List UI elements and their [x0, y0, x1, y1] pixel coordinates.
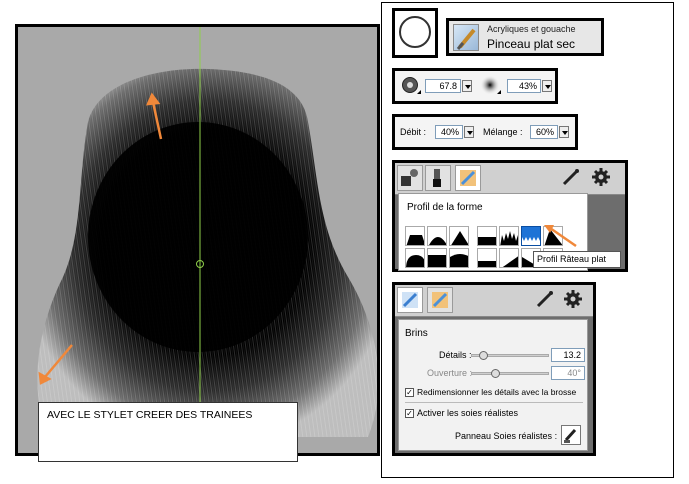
bristles-title: Brins — [405, 328, 428, 339]
brush-category: Acryliques et gouache — [487, 24, 576, 34]
brush-size-icon[interactable] — [401, 75, 421, 97]
profile-tooltip: Profil Râteau plat — [533, 251, 621, 268]
profile-tile[interactable] — [427, 248, 447, 268]
size-opacity-bar: 67.8 43% — [392, 68, 558, 104]
size-dropdown[interactable] — [462, 80, 472, 92]
flat-brush-icon — [453, 24, 479, 51]
brush-variant-selector[interactable]: Acryliques et gouache Pinceau plat sec — [446, 18, 604, 56]
profile-tile[interactable] — [449, 248, 469, 268]
hair-painting — [37, 27, 377, 453]
gear-icon[interactable] — [561, 287, 587, 313]
tab-bristles[interactable] — [427, 287, 453, 313]
profile-tile[interactable] — [405, 226, 425, 246]
panel-toolbar — [395, 163, 625, 195]
ouverture-slider[interactable] — [471, 369, 549, 378]
tab-brush-tip[interactable] — [425, 165, 451, 191]
resize-details-label: Redimensionner les détails avec la bross… — [417, 387, 577, 397]
caption-box: AVEC LE STYLET CREER DES TRAINEES — [38, 402, 298, 462]
brush-variant-name: Pinceau plat sec — [487, 37, 576, 51]
flow-mix-bar: Débit : 40% Mélange : 60% — [392, 114, 578, 150]
profile-tile[interactable] — [449, 226, 469, 246]
panel-toolbar — [395, 285, 593, 317]
profile-tile[interactable] — [427, 226, 447, 246]
caption-text: AVEC LE STYLET CREER DES TRAINEES — [47, 409, 253, 421]
arrow-icon — [544, 225, 577, 248]
tab-brush-tip[interactable] — [397, 287, 423, 313]
brush-tool-icon[interactable] — [559, 165, 585, 191]
brush-tip-preview[interactable] — [392, 8, 438, 58]
bristles-settings: Brins Détails : 13.2 Ouverture : 40° ✓ R… — [398, 319, 588, 451]
profile-tile[interactable] — [499, 226, 519, 246]
profile-tile[interactable] — [477, 226, 497, 246]
details-label: Détails : — [439, 350, 472, 360]
ouverture-field[interactable]: 40° — [551, 366, 585, 380]
melange-field[interactable]: 60% — [530, 125, 558, 139]
painting-canvas[interactable] — [15, 24, 380, 456]
debit-dropdown[interactable] — [464, 126, 474, 138]
resize-details-checkbox[interactable]: ✓ — [405, 388, 414, 397]
realistic-bristles-checkbox[interactable]: ✓ — [405, 409, 414, 418]
ouverture-knob[interactable] — [490, 369, 500, 378]
opacity-icon[interactable] — [479, 75, 503, 97]
profile-tile[interactable] — [405, 248, 425, 268]
debit-label: Débit : — [400, 127, 427, 137]
realistic-panel-button[interactable] — [561, 425, 581, 445]
details-slider[interactable] — [471, 351, 549, 360]
opacity-dropdown[interactable] — [542, 80, 552, 92]
melange-label: Mélange : — [483, 127, 523, 137]
divider — [405, 402, 583, 403]
profile-tile[interactable] — [499, 248, 519, 268]
tab-bristles[interactable] — [455, 165, 481, 191]
debit-field[interactable]: 40% — [435, 125, 463, 139]
tab-brush-shape[interactable] — [397, 165, 423, 191]
melange-dropdown[interactable] — [559, 126, 569, 138]
profile-tile[interactable] — [477, 248, 497, 268]
details-knob[interactable] — [479, 351, 489, 360]
opacity-field[interactable]: 43% — [507, 79, 541, 93]
realistic-bristles-label: Activer les soies réalistes — [417, 408, 519, 418]
details-field[interactable]: 13.2 — [551, 348, 585, 362]
profile-title: Profil de la forme — [407, 202, 483, 213]
realistic-panel-label: Panneau Soies réalistes : — [455, 431, 558, 441]
profile-tile-flat-rake[interactable] — [521, 226, 541, 246]
brush-circle-icon — [399, 16, 431, 48]
size-field[interactable]: 67.8 — [425, 79, 461, 93]
gear-icon[interactable] — [589, 165, 615, 191]
bristles-panel: Brins Détails : 13.2 Ouverture : 40° ✓ R… — [392, 282, 596, 456]
brush-tool-icon[interactable] — [533, 287, 559, 313]
ouverture-label: Ouverture : — [427, 368, 473, 378]
